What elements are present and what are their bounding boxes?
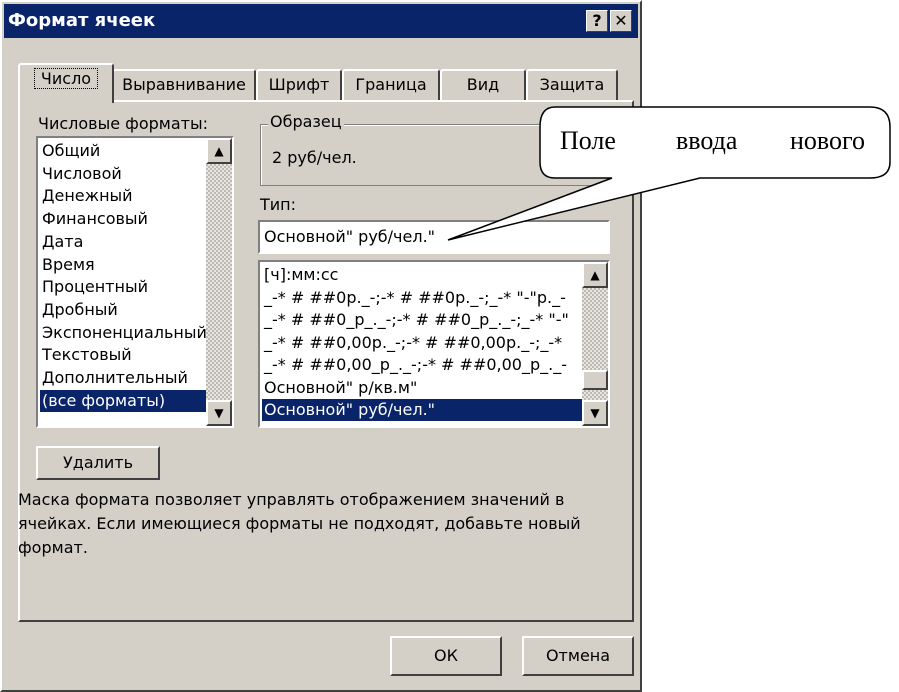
callout-word-2: ввода [676, 126, 738, 155]
callout-bubble [447, 106, 891, 241]
tab-number[interactable]: Число [18, 63, 114, 103]
callout-word-3: нового [790, 126, 866, 155]
callout-word-1: Поле [560, 126, 616, 155]
